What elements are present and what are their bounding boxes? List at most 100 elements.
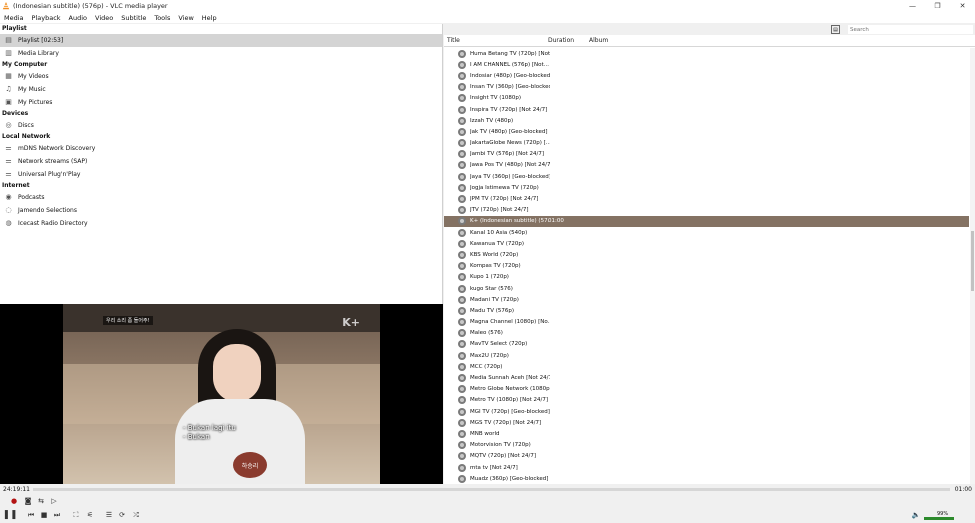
column-title[interactable]: Title: [447, 37, 460, 44]
playlist-row-current[interactable]: K+ (Indonesian subtitle) (57... 01:00: [444, 215, 969, 227]
playlist-row[interactable]: Kompas TV (720p): [444, 261, 969, 272]
stop-icon[interactable]: ■: [39, 510, 49, 520]
playlist-row[interactable]: Max2U (720p): [444, 350, 969, 361]
scrollbar-thumb[interactable]: [971, 231, 974, 291]
stream-icon: [458, 306, 466, 315]
search-input[interactable]: [848, 25, 973, 34]
sidebar-item-label: My Pictures: [18, 99, 53, 106]
playlist-row[interactable]: kugo Star (576): [444, 283, 969, 294]
sidebar-item-my-videos[interactable]: ▦ My Videos: [0, 70, 442, 83]
snapshot-icon[interactable]: ◙: [23, 496, 33, 506]
sidebar-item-jamendo-selections[interactable]: ◌ Jamendo Selections: [0, 204, 442, 217]
playlist-row[interactable]: Indosiar (480p) [Geo-blocked]: [444, 70, 969, 81]
playlist-row[interactable]: JPM TV (720p) [Not 24/7]: [444, 193, 969, 204]
total-time[interactable]: 01:00: [955, 486, 972, 493]
playlist-row[interactable]: MGI TV (720p) [Geo-blocked]: [444, 406, 969, 417]
playlist-row[interactable]: Huma Betang TV (720p) [Not...: [444, 48, 969, 59]
playlist-row[interactable]: KBS World (720p): [444, 249, 969, 260]
playlist-row[interactable]: Motorvision TV (720p): [444, 440, 969, 451]
playlist-toggle-icon[interactable]: ☰: [104, 510, 114, 520]
menu-subtitle[interactable]: Subtitle: [117, 14, 150, 22]
menu-view[interactable]: View: [174, 14, 197, 22]
playlist-row[interactable]: Magna Channel (1080p) [No...: [444, 317, 969, 328]
previous-icon[interactable]: ⏮: [26, 510, 36, 520]
next-icon[interactable]: ⏭: [52, 510, 62, 520]
sidebar-item-mdns-network-discovery[interactable]: ⚌ mDNS Network Discovery: [0, 142, 442, 155]
playlist-row[interactable]: mta tv [Not 24/7]: [444, 462, 969, 473]
playlist-row[interactable]: Inspira TV (720p) [Not 24/7]: [444, 104, 969, 115]
menu-help[interactable]: Help: [198, 14, 221, 22]
playlist-row[interactable]: Jawa Pos TV (480p) [Not 24/7]: [444, 160, 969, 171]
playlist-row[interactable]: Kawanua TV (720p): [444, 238, 969, 249]
shuffle-icon[interactable]: ⤮: [131, 510, 141, 520]
column-duration[interactable]: Duration: [548, 37, 574, 44]
playlist-row[interactable]: Kanal 10 Asia (540p): [444, 227, 969, 238]
video-caption-top: 우리 소리 좀 들어주!: [103, 316, 153, 325]
extended-settings-icon[interactable]: ⚟: [85, 510, 95, 520]
stream-icon: [458, 284, 466, 293]
playlist-row[interactable]: Jogja Istimewa TV (720p): [444, 182, 969, 193]
playlist-row[interactable]: Maleo (576): [444, 328, 969, 339]
sidebar-item-my-pictures[interactable]: ▣ My Pictures: [0, 96, 442, 109]
playlist-row-title: Magna Channel (1080p) [No...: [470, 319, 550, 326]
sidebar-item-network-streams-sap[interactable]: ⚌ Network streams (SAP): [0, 155, 442, 168]
loop-ab-icon[interactable]: ⇆: [36, 496, 46, 506]
seek-slider[interactable]: [33, 488, 950, 491]
menu-tools[interactable]: Tools: [150, 14, 174, 22]
playlist-row[interactable]: Metro Globe Network (1080p...: [444, 384, 969, 395]
sidebar-item-label: Universal Plug'n'Play: [18, 171, 81, 178]
close-icon[interactable]: ✕: [950, 0, 975, 12]
maximize-icon[interactable]: ❐: [925, 0, 950, 12]
playlist-row[interactable]: Izzah TV (480p): [444, 115, 969, 126]
fullscreen-icon[interactable]: ⛶: [71, 510, 81, 520]
playlist-row[interactable]: Madu TV (576p): [444, 305, 969, 316]
menu-playback[interactable]: Playback: [28, 14, 65, 22]
sidebar-item-playlist-02-53[interactable]: ▤ Playlist [02:53]: [0, 34, 442, 47]
video-area[interactable]: 하승리 우리 소리 좀 들어주! K+ - Bukan lagi itu - B…: [0, 304, 443, 484]
playlist-row[interactable]: JakartaGlobe News (720p) [...: [444, 138, 969, 149]
menu-media[interactable]: Media: [0, 14, 28, 22]
volume-icon[interactable]: 🔈: [911, 510, 921, 520]
stream-icon: [458, 351, 466, 360]
playlist-row[interactable]: Media Sunnah Aceh [Not 24/7]: [444, 372, 969, 383]
playlist-row[interactable]: MGS TV (720p) [Not 24/7]: [444, 417, 969, 428]
playlist-row[interactable]: MavTV Select (720p): [444, 339, 969, 350]
sidebar-item-media-library[interactable]: ▥ Media Library: [0, 47, 442, 60]
playlist-row[interactable]: JTV (720p) [Not 24/7]: [444, 205, 969, 216]
playlist-row[interactable]: Madani TV (720p): [444, 294, 969, 305]
loop-icon[interactable]: ⟳: [117, 510, 127, 520]
column-album[interactable]: Album: [589, 37, 608, 44]
playlist-scrollbar[interactable]: [970, 48, 975, 484]
playlist-row[interactable]: Insan TV (360p) [Geo-blocked]: [444, 82, 969, 93]
frame-step-icon[interactable]: ▷: [49, 496, 59, 506]
sidebar-item-universal-plug-n-play[interactable]: ⚌ Universal Plug'n'Play: [0, 168, 442, 181]
playlist-row[interactable]: Jaya TV (360p) [Geo-blocked]: [444, 171, 969, 182]
menu-video[interactable]: Video: [91, 14, 117, 22]
playlist-row[interactable]: I AM CHANNEL (576p) [Not...: [444, 59, 969, 70]
stream-icon: [458, 273, 466, 282]
menu-audio[interactable]: Audio: [65, 14, 91, 22]
playlist-row[interactable]: Metro TV (1080p) [Not 24/7]: [444, 395, 969, 406]
playlist-row[interactable]: Muadz (360p) [Geo-blocked]: [444, 473, 969, 484]
sidebar-item-label: My Music: [18, 86, 46, 93]
playlist-row[interactable]: Jak TV (480p) [Geo-blocked]: [444, 126, 969, 137]
sidebar-item-icecast-radio-directory[interactable]: ◍ Icecast Radio Directory: [0, 217, 442, 230]
sidebar-item-discs[interactable]: ◎ Discs: [0, 119, 442, 132]
playlist-row[interactable]: MNB world: [444, 428, 969, 439]
sidebar-item-my-music[interactable]: ♫ My Music: [0, 83, 442, 96]
sidebar-item-podcasts[interactable]: ◉ Podcasts: [0, 191, 442, 204]
playlist-row[interactable]: Jambi TV (576p) [Not 24/7]: [444, 149, 969, 160]
playlist-row[interactable]: MCC (720p): [444, 361, 969, 372]
video-frame: 하승리 우리 소리 좀 들어주! K+ - Bukan lagi itu - B…: [63, 304, 380, 484]
playlist-row[interactable]: Insight TV (1080p): [444, 93, 969, 104]
playlist-row[interactable]: MQTV (720p) [Not 24/7]: [444, 451, 969, 462]
pause-icon[interactable]: ❚❚: [2, 509, 17, 521]
minimize-icon[interactable]: —: [900, 0, 925, 12]
playlist-view-icon[interactable]: ▤: [831, 25, 840, 34]
elapsed-time[interactable]: 24:19:11: [3, 486, 30, 493]
playlist-row[interactable]: Kupo 1 (720p): [444, 272, 969, 283]
playlist-row-title: JakartaGlobe News (720p) [...: [470, 140, 550, 147]
playlist-row-title: KBS World (720p): [470, 251, 519, 258]
record-icon[interactable]: ●: [9, 496, 19, 506]
volume-slider[interactable]: [924, 517, 954, 520]
